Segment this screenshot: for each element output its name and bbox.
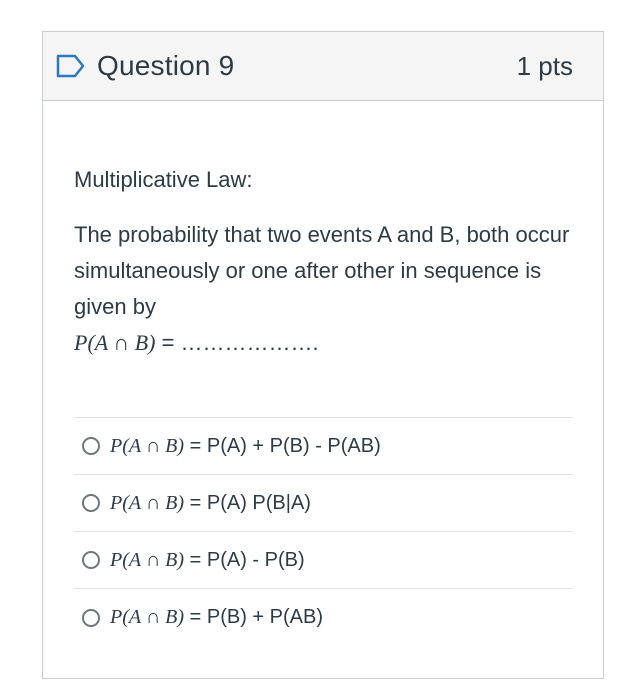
question-formula: P(A ∩ B) = ………………. <box>74 325 573 361</box>
radio-icon[interactable] <box>82 551 100 569</box>
radio-icon[interactable] <box>82 494 100 512</box>
page: Question 9 1 pts Multiplicative Law: The… <box>0 0 641 700</box>
question-text: The probability that two events A and B,… <box>74 217 573 325</box>
answer-option-3[interactable]: P(A ∩ B) = P(A) - P(B) <box>74 532 573 589</box>
answer-label: P(A ∩ B) = P(A) - P(B) <box>110 549 305 572</box>
answer-rhs: = P(A) + P(B) - P(AB) <box>184 434 381 457</box>
question-heading: Multiplicative Law: <box>74 167 253 192</box>
answer-lhs: P(A ∩ B) <box>110 548 185 571</box>
radio-icon[interactable] <box>82 608 100 627</box>
question-text-body: The probability that two events A and B,… <box>74 222 570 319</box>
answer-lhs: P(A ∩ B) <box>110 434 185 457</box>
answer-option-4[interactable]: P(A ∩ B) = P(B) + P(AB) <box>74 589 573 646</box>
answer-label: P(A ∩ B) = P(A) + P(B) - P(AB) <box>110 435 381 458</box>
answer-lhs: P(A ∩ B) <box>110 606 185 628</box>
answer-option-2[interactable]: P(A ∩ B) = P(A) P(B|A) <box>74 475 573 532</box>
flag-icon[interactable] <box>55 53 87 79</box>
question-header: Question 9 1 pts <box>43 32 603 101</box>
question-body: Multiplicative Law: The probability that… <box>43 165 603 646</box>
answer-lhs: P(A ∩ B) <box>110 491 185 514</box>
answer-rhs: = P(B) + P(AB) <box>184 606 323 628</box>
question-title: Question 9 <box>97 50 235 81</box>
answer-label: P(A ∩ B) = P(A) P(B|A) <box>110 492 311 515</box>
formula-rhs: = ………………. <box>155 330 319 355</box>
answer-rhs: = P(A) P(B|A) <box>184 491 311 514</box>
radio-icon[interactable] <box>82 437 100 455</box>
answer-label: P(A ∩ B) = P(B) + P(AB) <box>110 606 323 629</box>
answer-list: P(A ∩ B) = P(A) + P(B) - P(AB) P(A ∩ B) … <box>74 417 573 646</box>
question-card: Question 9 1 pts Multiplicative Law: The… <box>42 31 604 679</box>
answer-rhs: = P(A) - P(B) <box>184 548 305 571</box>
answer-option-1[interactable]: P(A ∩ B) = P(A) + P(B) - P(AB) <box>74 418 573 475</box>
question-points: 1 pts <box>516 50 573 81</box>
formula-lhs: P(A ∩ B) <box>74 330 156 355</box>
